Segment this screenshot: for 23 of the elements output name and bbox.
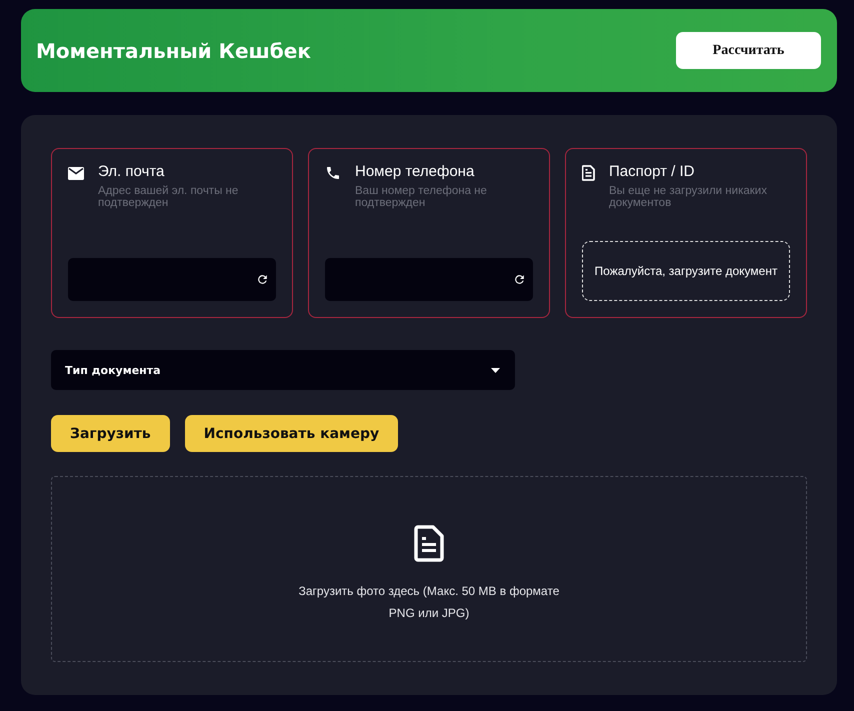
- document-type-dropdown[interactable]: Тип документа: [51, 350, 515, 390]
- refresh-icon[interactable]: [513, 273, 526, 286]
- refresh-icon[interactable]: [256, 273, 269, 286]
- phone-icon: [325, 165, 341, 181]
- card-title: Эл. почта: [98, 163, 166, 180]
- upload-hint: Загрузить фото здесь (Макс. 50 MB в формате PNG или JPG): [298, 582, 560, 622]
- card-title: Номер телефона: [355, 163, 476, 180]
- card-subtitle: Адрес вашей эл. почты не подтвержден: [98, 185, 240, 209]
- card-title: Паспорт / ID: [609, 163, 696, 180]
- input-field[interactable]: [68, 258, 276, 301]
- card-subtitle: Ваш номер телефона не подтвержден: [355, 185, 488, 209]
- calculate-button[interactable]: Рассчитать: [676, 32, 821, 69]
- document-icon: [582, 165, 595, 181]
- card-subtitle: Вы еще не загрузили никаких документов: [609, 185, 768, 209]
- caret-icon: [491, 368, 500, 372]
- action-button[interactable]: Загрузить: [51, 415, 170, 452]
- document-icon: [414, 524, 444, 562]
- upload-prompt[interactable]: Пожалуйста, загрузите документ: [582, 241, 790, 301]
- upload-dropzone[interactable]: Загрузить фото здесь (Макс. 50 MB в формате PNG или JPG): [51, 476, 807, 662]
- action-button[interactable]: Использовать камеру: [184, 415, 398, 452]
- input-field[interactable]: [325, 258, 533, 301]
- envelope-icon: [68, 165, 84, 181]
- app-title: Моментальный Кешбек: [36, 38, 311, 62]
